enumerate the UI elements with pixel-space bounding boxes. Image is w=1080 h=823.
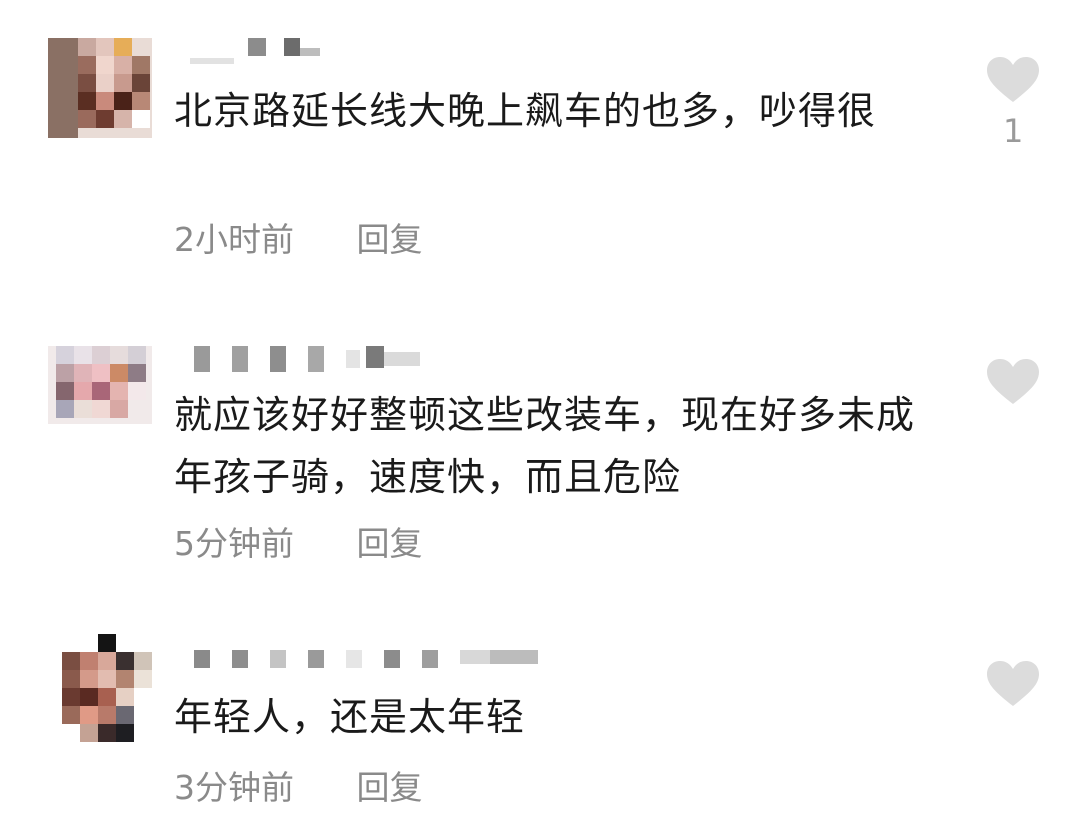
reply-button[interactable]: 回复 (357, 220, 423, 260)
reply-button[interactable]: 回复 (357, 768, 423, 808)
comment-text: 年轻人，还是太年轻 (174, 695, 526, 739)
heart-icon (987, 661, 1039, 706)
avatar[interactable] (48, 346, 152, 424)
comment-time: 3分钟前 (174, 768, 294, 807)
avatar[interactable] (48, 634, 152, 750)
comment-time: 5分钟前 (174, 524, 294, 563)
like-button[interactable] (985, 56, 1041, 104)
heart-icon (987, 57, 1039, 102)
comment-time: 2小时前 (174, 220, 294, 259)
reply-button[interactable]: 回复 (357, 524, 423, 564)
comment-meta: 2小时前 回复 (174, 220, 423, 260)
comment-meta: 5分钟前 回复 (174, 524, 423, 564)
like-button[interactable] (985, 358, 1041, 406)
comment-meta: 3分钟前 回复 (174, 768, 423, 808)
comment-text: 北京路延长线大晚上飙车的也多，吵得很 (174, 89, 877, 133)
like-count: 1 (1003, 112, 1024, 150)
username[interactable] (190, 346, 420, 372)
like-button[interactable] (985, 660, 1041, 708)
username[interactable] (190, 38, 320, 64)
heart-icon (987, 359, 1039, 404)
username[interactable] (190, 650, 540, 672)
avatar[interactable] (48, 38, 152, 138)
comment-text: 就应该好好整顿这些改装车，现在好多未成年孩子骑，速度快，而且危险 (174, 393, 916, 499)
